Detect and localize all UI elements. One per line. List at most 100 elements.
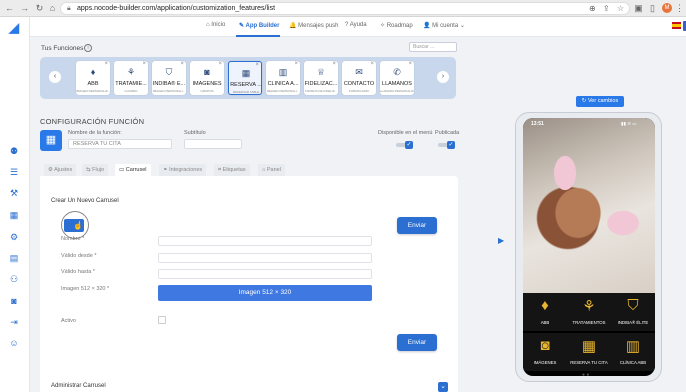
support-icon[interactable]: ☺: [8, 337, 20, 349]
nav-my-account[interactable]: 👤 Mi cuenta ⌄: [423, 22, 465, 29]
carousel-panel: [40, 176, 458, 392]
nav-roadmap[interactable]: ✧ Roadmap: [380, 22, 413, 29]
extensions-icon[interactable]: ▣: [633, 3, 644, 14]
function-card-subtitle: RESERVAR TABLE: [232, 90, 260, 94]
users-icon[interactable]: ⚉: [8, 145, 20, 157]
subtitle-label: Subtítulo: [184, 130, 206, 136]
tab-flow[interactable]: ⇆ Flujo: [82, 164, 109, 176]
image-upload-button[interactable]: Imagen 512 × 320: [158, 285, 372, 301]
bookmark-icon[interactable]: ☆: [617, 4, 624, 13]
carousel-next-button[interactable]: ›: [437, 71, 449, 83]
send-button-top[interactable]: Enviar: [397, 217, 437, 234]
stats-icon[interactable]: ▤: [8, 252, 20, 264]
sidepanel-icon[interactable]: ▯: [647, 3, 658, 14]
function-card-label: CONTACTO: [343, 81, 375, 87]
phone-icon: ✆: [393, 67, 401, 77]
function-card-clinic[interactable]: × ▥ CLÍNICA A... IMAGEN PERSONALI...: [266, 61, 300, 95]
active-tab-indicator: [236, 35, 280, 37]
home-icon[interactable]: ⌂: [47, 3, 58, 14]
chat-icon[interactable]: ☰: [8, 166, 20, 178]
function-name-input[interactable]: RESERVA TU CITA: [68, 139, 172, 149]
preview-tile-label: INDIBA® ÉLITE: [617, 320, 649, 325]
function-card-loyalty[interactable]: × ♕ FIDELIZAC... TARJETA DE FIDELIZ...: [304, 61, 338, 95]
function-card-label: LLÁMANOS: [382, 81, 412, 87]
function-card-subtitle: IMAGEN PERSONALI...: [152, 89, 186, 93]
user-icon: 👤: [423, 23, 431, 29]
help-icon: ?: [345, 22, 349, 28]
function-card-call[interactable]: × ✆ LLÁMANOS LLAMADA PERSONALIZ...: [380, 61, 414, 95]
refresh-icon: ↻: [581, 98, 587, 104]
function-card-booking[interactable]: × ▦ RESERVA ... RESERVAR TABLE: [228, 61, 262, 95]
send-button-bottom[interactable]: Enviar: [397, 334, 437, 351]
nav-app-builder[interactable]: ✎ App Builder: [239, 22, 279, 29]
forward-icon[interactable]: →: [19, 3, 30, 14]
nav-push-messages[interactable]: 🔔 Mensajes push: [289, 22, 339, 29]
app-logo-icon[interactable]: ◢: [6, 20, 22, 36]
url-text: apps.nocode-builder.com/application/cust…: [77, 5, 276, 12]
info-icon[interactable]: i: [84, 44, 92, 52]
preview-tile[interactable]: ▦ RESERVA TU CITA: [567, 333, 611, 371]
admin-carousel-title: Administrar Carrusel: [51, 383, 106, 389]
url-bar[interactable]: 🔒︎ apps.nocode-builder.com/application/c…: [60, 2, 630, 15]
reload-icon[interactable]: ↻: [34, 3, 45, 14]
search-input[interactable]: Buscar ...: [409, 42, 457, 52]
function-card-label: RESERVA ...: [230, 82, 262, 88]
tab-tags[interactable]: ⌗ Etiquetas: [214, 164, 250, 176]
function-card-indiba[interactable]: × ⛉ INDIBA® É... IMAGEN PERSONALI...: [152, 61, 186, 95]
tab-panel[interactable]: ⌂ Panel: [258, 164, 285, 176]
function-card-treatments[interactable]: × ⚘ TRATAMIE... CUADRO: [114, 61, 148, 95]
preview-tile[interactable]: ⛉ INDIBA® ÉLITE: [611, 293, 655, 331]
tab-settings[interactable]: ⚙ Ajustes: [44, 164, 77, 176]
menu-available-toggle[interactable]: ✓: [405, 141, 413, 149]
preview-tile[interactable]: ⚘ TRATAMIENTOS: [567, 293, 611, 331]
functions-carousel: ‹ × ♦ ABB IMAGEN PERSONALIZ... × ⚘ TRATAMIE...…: [40, 57, 456, 99]
profile-avatar[interactable]: M: [662, 3, 672, 13]
status-icons: ▮▮ ≋ ▭: [621, 121, 637, 126]
settings-icon[interactable]: ⚙: [8, 231, 20, 243]
browser-menu-icon[interactable]: ⋮: [674, 3, 685, 14]
integrations-icon: ⚭: [163, 167, 168, 173]
tab-integrations[interactable]: ⚭ Integraciones: [159, 164, 207, 176]
function-card-label: CLÍNICA A...: [267, 81, 299, 87]
active-checkbox[interactable]: [158, 316, 166, 324]
carousel-prev-button[interactable]: ‹: [49, 71, 61, 83]
hammer-icon[interactable]: ⚒: [8, 187, 20, 199]
panel-icon: ⌂: [262, 167, 266, 173]
preview-tile[interactable]: ◙ IMÁGENES: [523, 333, 567, 371]
calendar-icon[interactable]: ▦: [40, 130, 62, 151]
name-input[interactable]: [158, 236, 372, 246]
nav-help[interactable]: ? Ayuda: [345, 22, 367, 28]
zoom-icon[interactable]: ⊕: [589, 4, 596, 13]
lotus-icon: ⚘: [126, 67, 136, 77]
valid-from-input[interactable]: [158, 253, 372, 263]
view-changes-button[interactable]: ↻ Ver cambios: [576, 96, 624, 107]
valid-to-input[interactable]: [158, 269, 372, 279]
back-icon[interactable]: ←: [4, 3, 15, 14]
calendar-icon[interactable]: ▦: [8, 209, 20, 221]
building-icon: ▥: [625, 338, 641, 355]
function-card-contact[interactable]: × ✉ CONTACTO FORMULARIO: [342, 61, 376, 95]
function-card-abb[interactable]: × ♦ ABB IMAGEN PERSONALIZ...: [76, 61, 110, 95]
config-title: CONFIGURACIÓN FUNCIÓN: [40, 117, 145, 126]
preview-tile[interactable]: ♦ ABB: [523, 293, 567, 331]
preview-arrow-icon: ▶: [498, 236, 505, 245]
valid-to-label: Válido hasta *: [61, 269, 95, 275]
function-card-subtitle: LLAMADA PERSONALIZ...: [380, 89, 414, 93]
network-icon[interactable]: ⚇: [8, 273, 20, 285]
function-card-images[interactable]: × ◙ IMÁGENES GRUPOS: [190, 61, 224, 95]
tab-carousel[interactable]: ▭ Carrusel: [115, 164, 151, 176]
nav-home[interactable]: ⌂ Inicio: [206, 22, 225, 28]
camera-icon: ◙: [540, 337, 550, 354]
camera-icon[interactable]: ◙: [8, 295, 20, 307]
logout-icon[interactable]: ⇥: [8, 316, 20, 328]
share-icon[interactable]: ⇪: [603, 4, 610, 13]
function-card-label: IMÁGENES: [192, 81, 222, 87]
chevron-down-icon[interactable]: ⌄: [438, 382, 448, 392]
preview-tile[interactable]: ▥ CLÍNICA ABB: [611, 333, 655, 371]
calendar-icon: ▦: [581, 338, 597, 355]
subtitle-input[interactable]: [184, 139, 242, 149]
left-sidebar: ◢ ⚉ ☰ ⚒ ▦ ⚙ ▤ ⚇ ◙ ⇥ ☺: [0, 17, 30, 392]
spain-flag-icon: [672, 22, 681, 29]
published-toggle[interactable]: ✓: [447, 141, 455, 149]
diamond-icon: ♦: [541, 297, 549, 314]
